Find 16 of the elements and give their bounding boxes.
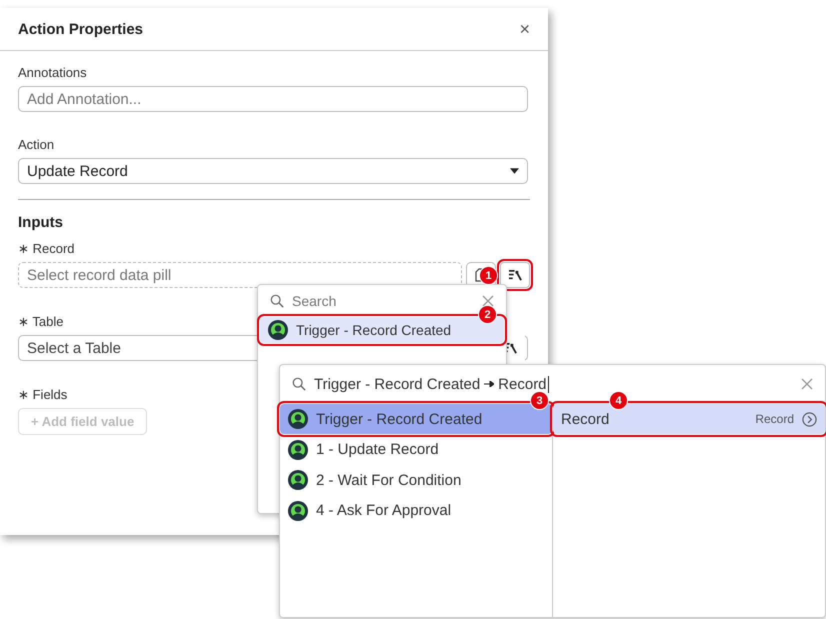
item-label: Trigger - Record Created (316, 410, 482, 428)
item-label: Record (561, 410, 610, 428)
item-label: 1 - Update Record (316, 441, 439, 458)
callout-badge: 2 (478, 305, 497, 324)
panel-title: Action Properties (18, 20, 144, 38)
section-heading: Inputs (18, 214, 64, 231)
field-label: Annotations (18, 65, 88, 80)
item-label: Trigger - Record Created (296, 322, 452, 338)
callout-badge: 3 (530, 391, 549, 410)
field-label: Action (18, 137, 56, 152)
field-label: ∗ Record (18, 241, 76, 256)
callout-badge: 4 (609, 391, 628, 410)
field-label: ∗ Fields (18, 387, 68, 402)
item-label: 2 - Wait For Condition (316, 472, 462, 488)
item-label: 4 - Ask For Approval (316, 502, 452, 519)
field-type: Record (755, 412, 794, 426)
